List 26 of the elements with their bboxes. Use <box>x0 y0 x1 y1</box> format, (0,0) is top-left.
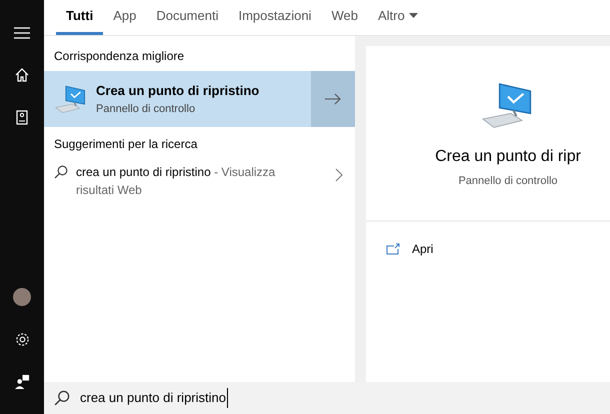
preview-title: Crea un punto di ripr <box>435 146 581 167</box>
search-icon <box>54 165 68 179</box>
home-icon[interactable] <box>15 68 29 82</box>
open-window-icon <box>386 243 400 255</box>
search-icon <box>54 390 70 406</box>
open-action[interactable]: Apri <box>366 234 454 264</box>
result-subtitle: Pannello di controllo <box>96 102 196 116</box>
settings-icon[interactable] <box>14 332 30 346</box>
search-text: crea un punto di ripristino <box>80 388 228 408</box>
section-heading: Suggerimenti per la ricerca <box>53 136 198 153</box>
notebook-icon[interactable] <box>16 110 28 124</box>
tab[interactable]: Altro <box>368 0 428 35</box>
result-title: Crea un punto di ripristino <box>96 82 260 100</box>
menu-icon[interactable] <box>14 27 30 39</box>
tab[interactable]: App <box>103 0 146 35</box>
tab[interactable]: Web <box>321 0 368 35</box>
feedback-icon[interactable] <box>14 374 30 388</box>
arrow-right-icon <box>325 93 341 105</box>
best-match-item[interactable]: Crea un punto di ripristino Pannello di controllo <box>44 71 311 127</box>
section-heading: Corrispondenza migliore <box>53 48 186 65</box>
preview-subtitle: Pannello di controllo <box>458 174 558 189</box>
tab[interactable]: Documenti <box>146 0 228 35</box>
suggestion-text: crea un punto di ripristino - Visualizza risultati Web <box>76 164 276 199</box>
suggestion-item[interactable]: crea un punto di ripristino - Visualizza risultati Web <box>44 159 355 203</box>
tab[interactable]: Impostazioni <box>228 0 322 35</box>
chevron-right-icon <box>335 168 343 182</box>
